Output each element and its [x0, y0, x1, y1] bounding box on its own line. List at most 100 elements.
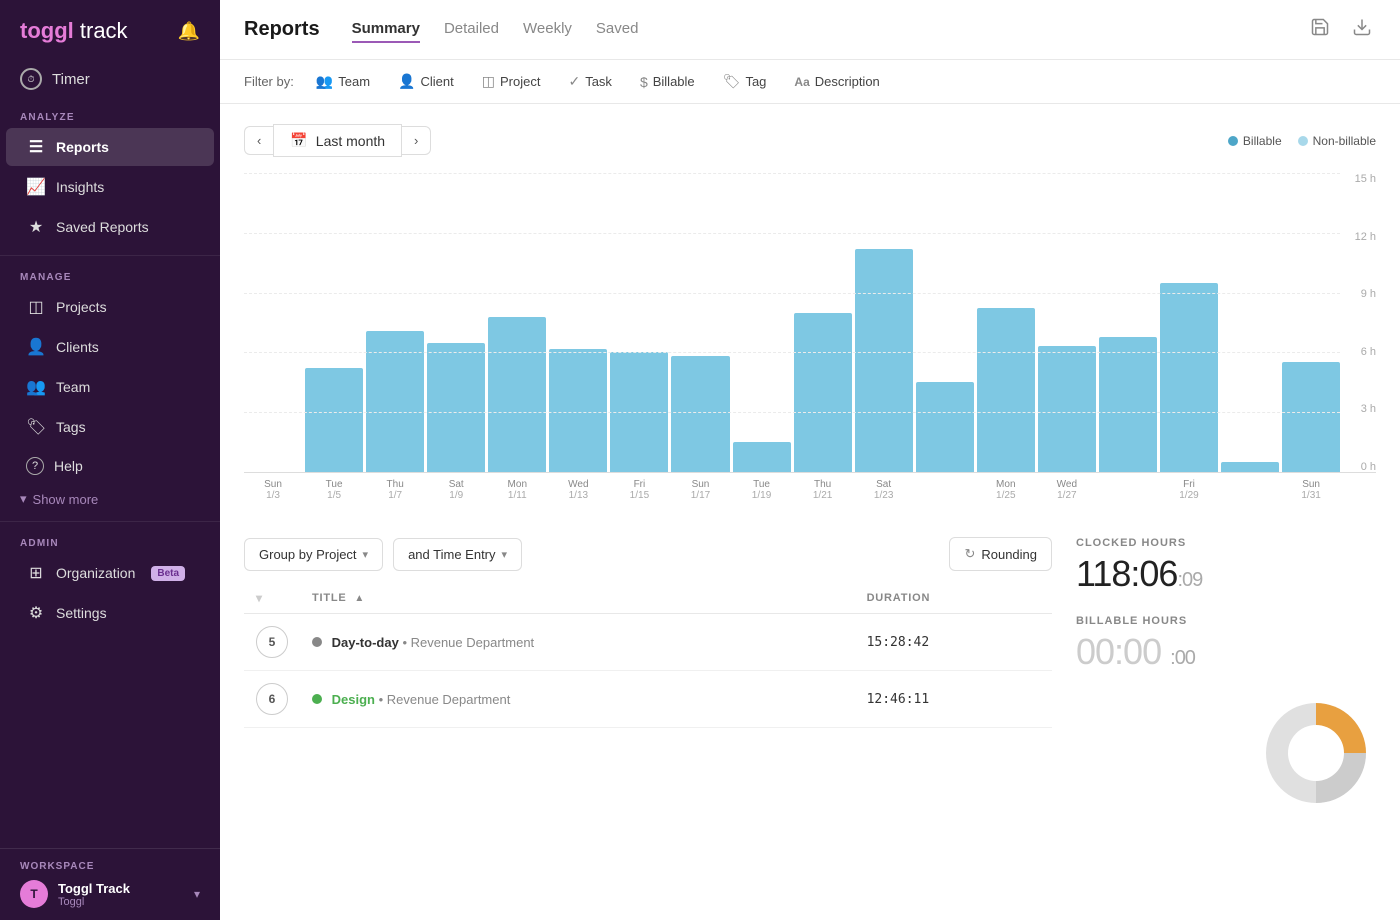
- sidebar-item-settings[interactable]: ⚙ Settings: [6, 594, 214, 632]
- filter-description[interactable]: Aa Description: [788, 71, 885, 92]
- row-1-title-cell: Day-to-day • Revenue Department: [300, 614, 855, 671]
- saved-reports-label: Saved Reports: [56, 219, 149, 235]
- bar-6[interactable]: [610, 352, 668, 472]
- workspace-section: WORKSPACE T Toggl Track Toggl ▾: [0, 848, 220, 920]
- description-filter-icon: Aa: [794, 75, 809, 89]
- bar-13[interactable]: [1038, 346, 1096, 472]
- billable-hours-small: :00: [1170, 647, 1195, 669]
- bar-1[interactable]: [305, 368, 363, 472]
- reports-icon: ☰: [26, 137, 46, 157]
- calendar-icon: 📅: [290, 132, 307, 149]
- legend-non-billable: Non-billable: [1298, 134, 1376, 148]
- notification-bell-icon[interactable]: 🔔: [178, 21, 200, 42]
- x-label-tue-19: Tue 1/19: [733, 479, 791, 501]
- sidebar-item-organization[interactable]: ⊞ Organization Beta: [6, 554, 214, 592]
- workspace-item[interactable]: T Toggl Track Toggl ▾: [20, 880, 200, 908]
- table-header-title[interactable]: TITLE ▲: [300, 583, 855, 614]
- rounding-button[interactable]: ↻ Rounding: [949, 537, 1052, 571]
- logo-track: track: [74, 18, 128, 43]
- reports-label: Reports: [56, 139, 109, 155]
- tab-detailed[interactable]: Detailed: [444, 16, 499, 43]
- sidebar-item-clients[interactable]: 👤 Clients: [6, 328, 214, 366]
- settings-icon: ⚙: [26, 603, 46, 623]
- tags-icon: 🏷: [26, 417, 46, 437]
- date-prev-button[interactable]: ‹: [244, 126, 273, 155]
- bar-3[interactable]: [427, 343, 485, 472]
- download-button[interactable]: [1348, 13, 1376, 46]
- bar-4[interactable]: [488, 317, 546, 472]
- team-filter-icon: 👥: [316, 73, 333, 90]
- row-1-num-cell: 5: [244, 614, 300, 671]
- bar-16[interactable]: [1221, 462, 1279, 472]
- group-controls: Group by Project ▾ and Time Entry ▾ ↻ Ro…: [244, 537, 1052, 571]
- clocked-hours-label: CLOCKED HOURS: [1076, 537, 1376, 549]
- team-label: Team: [56, 379, 90, 395]
- bar-11[interactable]: [916, 382, 974, 472]
- tab-summary[interactable]: Summary: [352, 16, 420, 43]
- page-title: Reports: [244, 18, 320, 41]
- bar-10[interactable]: [855, 249, 913, 472]
- top-navigation: Reports Summary Detailed Weekly Saved: [220, 0, 1400, 60]
- workspace-name: Toggl Track: [58, 881, 130, 896]
- saved-reports-icon: ★: [26, 217, 46, 237]
- group-by-secondary-button[interactable]: and Time Entry ▾: [393, 538, 522, 571]
- row-1-client: • Revenue Department: [402, 635, 534, 650]
- bar-5[interactable]: [549, 349, 607, 472]
- filter-tag-label: Tag: [745, 74, 766, 89]
- sidebar-item-insights[interactable]: 📈 Insights: [6, 168, 214, 206]
- workspace-info: Toggl Track Toggl: [58, 881, 130, 908]
- group-by-project-button[interactable]: Group by Project ▾: [244, 538, 383, 571]
- table-header-row: ▾ TITLE ▲ DURATION: [244, 583, 1052, 614]
- filter-by-label: Filter by:: [244, 74, 294, 89]
- sidebar-divider-1: [0, 255, 220, 256]
- date-next-button[interactable]: ›: [402, 126, 431, 155]
- sidebar-item-projects[interactable]: ◫ Projects: [6, 288, 214, 326]
- bar-7[interactable]: [671, 356, 729, 472]
- sidebar-item-team[interactable]: 👥 Team: [6, 368, 214, 406]
- tags-label: Tags: [56, 419, 86, 435]
- task-filter-icon: ✓: [568, 73, 580, 90]
- x-label-empty-2: [1099, 479, 1157, 501]
- sidebar-timer-item[interactable]: ⏱ Timer: [0, 58, 220, 104]
- admin-section-label: ADMIN: [0, 530, 220, 553]
- main-content: Reports Summary Detailed Weekly Saved Fi…: [220, 0, 1400, 920]
- bar-8[interactable]: [733, 442, 791, 472]
- tab-weekly[interactable]: Weekly: [523, 16, 572, 43]
- save-report-button[interactable]: [1306, 13, 1334, 46]
- billable-hours-big: 00:00: [1076, 631, 1170, 672]
- bar-14[interactable]: [1099, 337, 1157, 472]
- table-header-duration: DURATION: [855, 583, 1052, 614]
- filter-billable[interactable]: $ Billable: [634, 71, 701, 93]
- date-display[interactable]: 📅 Last month: [273, 124, 402, 157]
- show-more-button[interactable]: ▾ Show more: [0, 485, 220, 513]
- filter-team[interactable]: 👥 Team: [310, 70, 376, 93]
- filter-client[interactable]: 👤 Client: [392, 70, 460, 93]
- billable-filter-icon: $: [640, 74, 648, 90]
- bar-9[interactable]: [794, 313, 852, 472]
- row-2-duration-cell: 12:46:11: [855, 671, 1052, 728]
- sidebar-item-reports[interactable]: ☰ Reports: [6, 128, 214, 166]
- sidebar-item-help[interactable]: ? Help: [6, 448, 214, 484]
- sidebar-item-tags[interactable]: 🏷 Tags: [6, 408, 214, 446]
- bar-17[interactable]: [1282, 362, 1340, 472]
- row-2-num: 6: [256, 683, 288, 715]
- tab-saved[interactable]: Saved: [596, 16, 639, 43]
- sidebar-item-saved-reports[interactable]: ★ Saved Reports: [6, 208, 214, 246]
- filter-task[interactable]: ✓ Task: [562, 70, 617, 93]
- x-label-empty-1: [916, 479, 974, 501]
- bar-2[interactable]: [366, 331, 424, 472]
- bar-15[interactable]: [1160, 283, 1218, 472]
- clocked-hours-big: 118:06: [1076, 553, 1177, 594]
- filter-tag[interactable]: 🏷 Tag: [717, 70, 773, 93]
- clients-label: Clients: [56, 339, 99, 355]
- table-section: Group by Project ▾ and Time Entry ▾ ↻ Ro…: [244, 537, 1052, 813]
- filter-project[interactable]: ◫ Project: [476, 70, 547, 93]
- x-label-wed-13: Wed 1/13: [549, 479, 607, 501]
- project-filter-icon: ◫: [482, 73, 495, 90]
- chevron-down-icon: ▾: [20, 491, 27, 507]
- tag-filter-icon: 🏷: [723, 73, 741, 90]
- bar-12[interactable]: [977, 308, 1035, 472]
- x-label-sat-9: Sat 1/9: [427, 479, 485, 501]
- filter-description-label: Description: [815, 74, 880, 89]
- secondary-chevron-icon: ▾: [502, 548, 508, 561]
